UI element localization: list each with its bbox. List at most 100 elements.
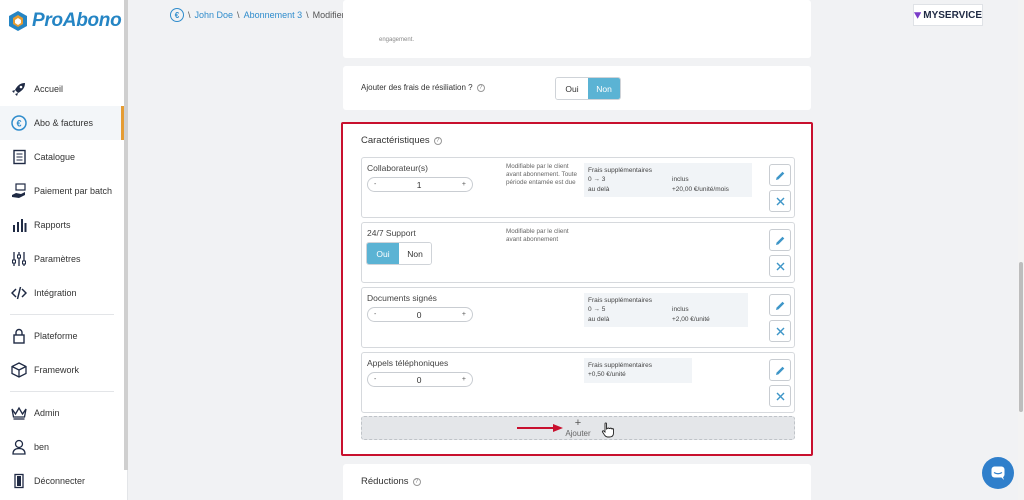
euro-icon: €	[10, 114, 28, 132]
price-row: au delà +2,00 €/unité	[588, 315, 744, 324]
sidebar-item-label: Catalogue	[34, 152, 76, 162]
delete-button-frame[interactable]	[769, 320, 791, 342]
edit-button-frame[interactable]	[769, 164, 791, 186]
sidebar-item-user[interactable]: ben	[0, 430, 124, 464]
sidebar-item-label: ben	[34, 442, 50, 452]
sidebar-scrollbar[interactable]	[124, 0, 128, 470]
delete-button[interactable]	[768, 320, 791, 342]
feature-description: Modifiable par le client avant abonnemen…	[506, 163, 577, 187]
nav-divider	[10, 391, 114, 392]
sidebar-item-integration[interactable]: Intégration	[0, 276, 124, 310]
stepper-value[interactable]: 0	[417, 375, 422, 385]
add-plus: +	[574, 417, 582, 429]
stepper-value[interactable]: 1	[417, 180, 422, 190]
breadcrumb-sep: \	[188, 10, 191, 20]
sidebar-item-parametres[interactable]: Paramètres	[0, 242, 124, 276]
pencil-icon	[775, 366, 784, 375]
frais-resiliation-text: Ajouter des frais de résiliation ?	[361, 83, 473, 92]
stepper-plus[interactable]: +	[462, 376, 466, 383]
breadcrumb-client-link[interactable]: John Doe	[195, 10, 234, 20]
delete-button[interactable]	[768, 190, 791, 212]
client-brand-badge[interactable]: MYSERVICE	[913, 4, 983, 26]
quantity-stepper[interactable]: - 0 +	[367, 307, 473, 322]
edit-button-frame[interactable]	[769, 294, 791, 316]
sidebar-item-label: Rapports	[34, 220, 71, 230]
crown-icon	[10, 404, 28, 422]
price-value: +2,00 €/unité	[672, 315, 710, 323]
close-icon	[776, 392, 784, 400]
stepper-plus[interactable]: +	[462, 181, 466, 188]
price-value: inclus	[672, 176, 689, 184]
stepper-minus[interactable]: -	[374, 376, 376, 383]
sidebar-item-rapports[interactable]: Rapports	[0, 208, 124, 242]
edit-button-frame[interactable]	[769, 359, 791, 381]
brand-v-icon	[914, 11, 922, 19]
proabono-logo[interactable]: ProAbono	[8, 10, 122, 32]
pencil-icon	[775, 171, 784, 180]
add-feature-button[interactable]: + Ajouter	[361, 416, 795, 440]
stepper-minus[interactable]: -	[374, 311, 376, 318]
sidebar-item-admin[interactable]: Admin	[0, 396, 124, 430]
proabono-logo-icon	[9, 11, 27, 31]
feature-appels-telephoniques: Appels téléphoniques - 0 + Frais supplém…	[361, 352, 795, 413]
chat-bubble-icon	[991, 466, 1005, 480]
help-icon[interactable]: ?	[433, 136, 442, 145]
rocket-icon	[10, 80, 28, 98]
sidebar-item-label: Admin	[34, 408, 60, 418]
price-box: Frais supplémentaires 0 → 3 inclus au de…	[584, 163, 752, 198]
feature-documents-signes: Documents signés - 0 + Frais supplémenta…	[361, 287, 795, 348]
stepper-value[interactable]: 0	[417, 310, 422, 320]
euro-icon: €	[170, 8, 184, 22]
edit-button[interactable]	[768, 294, 791, 316]
toggle-oui[interactable]: Oui	[556, 78, 588, 99]
code-icon	[10, 284, 28, 302]
lock-icon	[10, 327, 28, 345]
sidebar-item-label: Plateforme	[34, 331, 78, 341]
nav-divider	[10, 314, 114, 315]
price-title: Frais supplémentaires	[588, 297, 652, 304]
delete-button-frame[interactable]	[769, 385, 791, 407]
delete-button[interactable]	[768, 255, 791, 277]
reductions-title: Réductions ?	[361, 476, 421, 487]
support-toggle: Oui Non	[366, 242, 432, 265]
help-icon[interactable]: ?	[476, 83, 485, 92]
sidebar-item-plateforme[interactable]: Plateforme	[0, 319, 124, 353]
sidebar-item-accueil[interactable]: Accueil	[0, 72, 124, 106]
sidebar-item-label: Framework	[34, 365, 80, 375]
user-icon	[10, 438, 28, 456]
frais-resiliation-label: Ajouter des frais de résiliation ? ?	[361, 83, 485, 92]
page-scrollbar-thumb[interactable]	[1019, 262, 1023, 412]
engagement-card: engagement.	[343, 0, 811, 58]
quantity-stepper[interactable]: - 0 +	[367, 372, 473, 387]
feature-name: 24/7 Support	[367, 228, 416, 238]
svg-text:€: €	[16, 119, 21, 129]
toggle-non[interactable]: Non	[588, 78, 620, 99]
toggle-non[interactable]: Non	[399, 243, 431, 264]
sidebar-item-framework[interactable]: Framework	[0, 353, 124, 387]
sidebar-item-deconnecter[interactable]: Déconnecter	[0, 464, 124, 498]
help-icon[interactable]: ?	[412, 477, 421, 486]
delete-button-frame[interactable]	[769, 255, 791, 277]
engagement-text: engagement.	[379, 37, 415, 43]
sidebar-item-catalogue[interactable]: Catalogue	[0, 140, 124, 174]
delete-button[interactable]	[768, 385, 791, 407]
delete-button-frame[interactable]	[769, 190, 791, 212]
quantity-stepper[interactable]: - 1 +	[367, 177, 473, 192]
box-icon	[10, 361, 28, 379]
logout-door-icon	[10, 472, 28, 490]
chat-support-button[interactable]	[982, 457, 1014, 489]
sidebar-item-paiement-batch[interactable]: Paiement par batch	[0, 174, 124, 208]
edit-button[interactable]	[768, 229, 791, 251]
brand-name: MYSERVICE	[923, 9, 982, 21]
edit-button[interactable]	[768, 359, 791, 381]
stepper-minus[interactable]: -	[374, 181, 376, 188]
edit-button[interactable]	[768, 164, 791, 186]
app-name: ProAbono	[32, 10, 122, 31]
reductions-card: Réductions ?	[343, 464, 811, 500]
edit-button-frame[interactable]	[769, 229, 791, 251]
breadcrumb-abonnement-link[interactable]: Abonnement 3	[244, 10, 303, 20]
price-box: Frais supplémentaires 0 → 5 inclus au de…	[584, 293, 748, 328]
stepper-plus[interactable]: +	[462, 311, 466, 318]
sidebar-item-abo-factures[interactable]: € Abo & factures	[0, 106, 124, 140]
toggle-oui[interactable]: Oui	[367, 243, 399, 264]
